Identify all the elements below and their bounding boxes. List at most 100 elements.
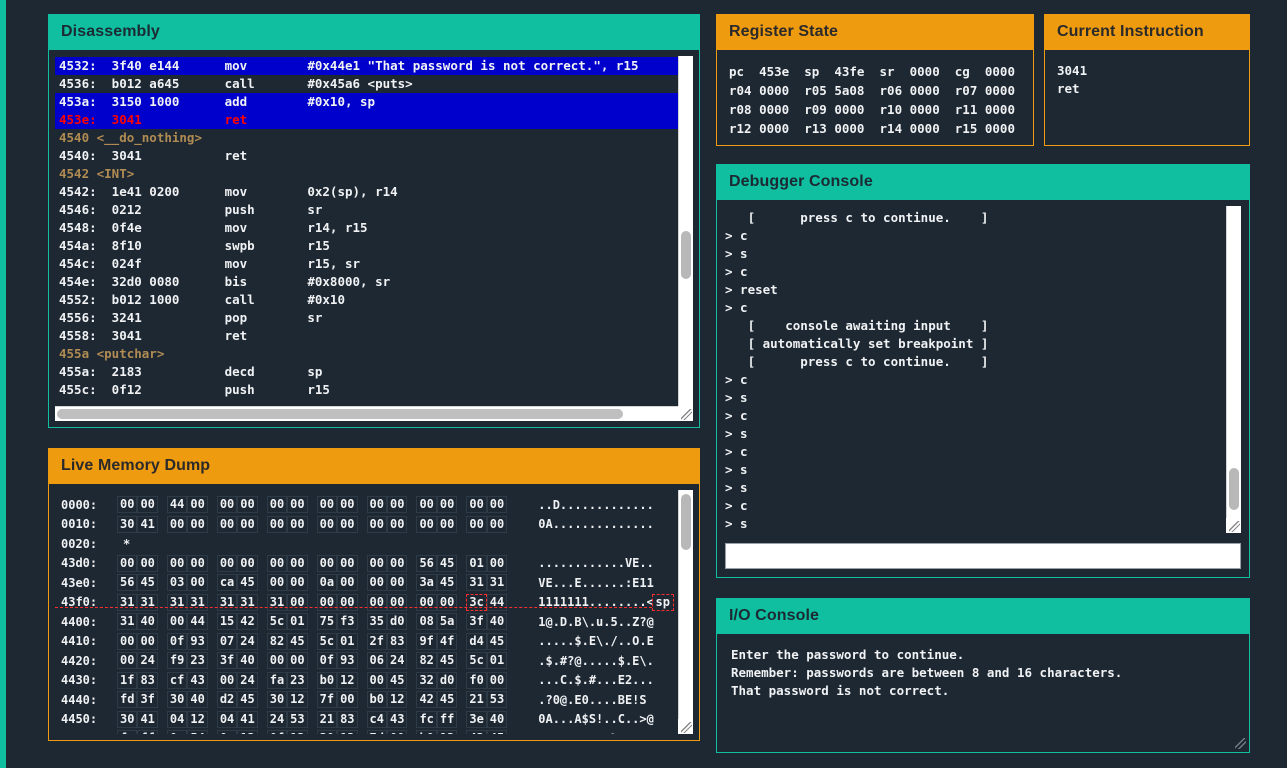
memory-dump-vscroll-thumb[interactable] — [681, 494, 691, 550]
memory-dump-row: 43d0:00000000000000000000000056450100...… — [61, 554, 678, 574]
disassembly-symbol-label[interactable]: 4540 <__do_nothing> — [55, 129, 678, 147]
memory-byte: 00 — [237, 496, 257, 513]
memory-dump-body: 0000:00004400000000000000000000000000..D… — [49, 484, 699, 740]
memory-dump-row: 0000:00004400000000000000000000000000..D… — [61, 495, 678, 515]
memory-byte: 3a — [416, 574, 436, 591]
debugger-log-region[interactable]: [ press c to continue. ]> c> s> c> reset… — [725, 206, 1241, 533]
disassembly-row[interactable]: 453e: 3041 ret — [55, 111, 678, 129]
disassembly-row[interactable]: 4540: 3041 ret — [55, 147, 678, 165]
memory-byte: 42 — [466, 730, 486, 734]
memory-byte: 45 — [387, 672, 407, 689]
disassembly-resize-handle[interactable] — [678, 406, 693, 421]
disassembly-row[interactable]: 4556: 3241 pop sr — [55, 309, 678, 327]
memory-byte: 7f — [317, 691, 337, 708]
memory-byte-pair: 0044 — [167, 613, 208, 630]
memory-byte-pair: 5c01 — [317, 633, 358, 650]
memory-dump-row: 43e0:56450300ca4500000a0000003a453131VE.… — [61, 573, 678, 593]
memory-byte: 32 — [416, 672, 436, 689]
memory-byte: d2 — [217, 691, 237, 708]
memory-byte: 00 — [217, 496, 237, 513]
memory-byte-group-container: 00000f93072482455c012f839f4fd445 — [117, 633, 516, 650]
memory-byte-pair: f923 — [167, 652, 208, 669]
memory-byte-pair: 0300 — [167, 574, 208, 591]
memory-byte-pair: 4400 — [167, 496, 208, 513]
disassembly-row[interactable]: 4532: 3f40 e144 mov #0x44e1 "That passwo… — [55, 57, 678, 75]
memory-byte: 00 — [137, 496, 157, 513]
memory-byte-pair: 0000 — [317, 516, 358, 533]
disassembly-scroll-region[interactable]: 4532: 3f40 e144 mov #0x44e1 "That passwo… — [55, 56, 693, 421]
memory-byte: 00 — [187, 516, 207, 533]
memory-byte: 31 — [466, 574, 486, 591]
disassembly-symbol-label[interactable]: 455a <putchar> — [55, 345, 678, 363]
memory-byte: 00 — [387, 516, 407, 533]
memory-address: 43d0: — [61, 556, 117, 570]
memory-byte: 45 — [137, 574, 157, 591]
memory-byte: 42 — [237, 613, 257, 630]
disassembly-row[interactable]: 4548: 0f4e mov r14, r15 — [55, 219, 678, 237]
disassembly-row[interactable]: 454c: 024f mov r15, sr — [55, 255, 678, 273]
memory-byte-pair: 3040 — [167, 691, 208, 708]
memory-byte-pair: 0000 — [466, 496, 507, 513]
memory-dump-resize-handle[interactable] — [678, 719, 693, 734]
memory-byte: 00 — [217, 672, 237, 689]
memory-byte: 83 — [387, 633, 407, 650]
debugger-vscroll-thumb[interactable] — [1229, 468, 1239, 510]
memory-dump-row: 0020:* — [61, 534, 678, 554]
memory-byte-pair: c443 — [367, 711, 408, 728]
memory-dump-vscrollbar[interactable] — [678, 490, 693, 734]
debugger-command-input[interactable] — [725, 543, 1241, 569]
io-console-output: Enter the password to continue.Remember:… — [717, 634, 1249, 752]
memory-byte: d0 — [437, 672, 457, 689]
memory-byte: 03 — [167, 574, 187, 591]
disassembly-list[interactable]: 4532: 3f40 e144 mov #0x44e1 "That passwo… — [55, 56, 678, 406]
disassembly-vscroll-thumb[interactable] — [681, 231, 691, 279]
disassembly-hscrollbar[interactable] — [55, 406, 693, 421]
stack-pointer-label: sp — [652, 594, 674, 611]
memory-byte: 00 — [387, 496, 407, 513]
memory-byte: 45 — [437, 691, 457, 708]
disassembly-row[interactable]: 4542: 1e41 0200 mov 0x2(sp), r14 — [55, 183, 678, 201]
memory-byte: 83 — [337, 711, 357, 728]
memory-byte: 30 — [117, 516, 137, 533]
debugger-vscrollbar[interactable] — [1226, 206, 1241, 533]
disassembly-row[interactable]: 4546: 0212 push sr — [55, 201, 678, 219]
memory-byte: 1f — [117, 672, 137, 689]
memory-byte: 00 — [367, 555, 387, 572]
disassembly-row[interactable]: 455c: 0f12 push r15 — [55, 381, 678, 399]
memory-byte: 00 — [317, 555, 337, 572]
memory-byte: fd — [117, 691, 137, 708]
debugger-console-title: Debugger Console — [717, 165, 1249, 200]
memory-byte: 00 — [367, 516, 387, 533]
memory-byte: 7d — [367, 730, 387, 734]
disassembly-row[interactable]: 454a: 8f10 swpb r15 — [55, 237, 678, 255]
debugger-log-line: [ automatically set breakpoint ] — [725, 335, 1226, 353]
debugger-log-line: > s — [725, 479, 1226, 497]
memory-byte: 44 — [167, 496, 187, 513]
memory-byte: 24 — [267, 711, 287, 728]
memory-address: 0020: — [61, 537, 117, 551]
disassembly-vscrollbar[interactable] — [678, 56, 693, 421]
memory-dump-scroll-region[interactable]: 0000:00004400000000000000000000000000..D… — [55, 490, 693, 734]
disassembly-row[interactable]: 453a: 3150 1000 add #0x10, sp — [55, 93, 678, 111]
memory-byte-pair: 3012 — [267, 691, 308, 708]
debugger-console-body: [ press c to continue. ]> c> s> c> reset… — [717, 200, 1249, 577]
debugger-resize-handle[interactable] — [1226, 518, 1241, 533]
memory-byte-pair: 5645 — [416, 555, 457, 572]
memory-dump-row: 4450:30410412044124532183c443fcff3e400A.… — [61, 710, 678, 730]
disassembly-symbol-label[interactable]: 4542 <INT> — [55, 165, 678, 183]
disassembly-hscroll-thumb[interactable] — [57, 409, 623, 419]
memory-byte: 0a — [317, 574, 337, 591]
memory-byte-pair: 0f12 — [267, 730, 308, 734]
disassembly-row[interactable]: 454e: 32d0 0080 bis #0x8000, sr — [55, 273, 678, 291]
disassembly-row[interactable]: 4552: b012 1000 call #0x10 — [55, 291, 678, 309]
memory-byte: 40 — [137, 613, 157, 630]
memory-byte-group-container: 1f83cf430024fa23b012004532d0f000 — [117, 672, 516, 689]
disassembly-row[interactable]: 455a: 2183 decd sp — [55, 363, 678, 381]
memory-byte-pair: cf43 — [167, 672, 208, 689]
memory-byte: 00 — [437, 516, 457, 533]
memory-byte-pair: 0000 — [367, 496, 408, 513]
disassembly-row[interactable]: 4558: 3041 ret — [55, 327, 678, 345]
memory-byte: 00 — [416, 516, 436, 533]
io-console-resize-handle[interactable] — [1235, 738, 1246, 749]
disassembly-row[interactable]: 4536: b012 a645 call #0x45a6 <puts> — [55, 75, 678, 93]
